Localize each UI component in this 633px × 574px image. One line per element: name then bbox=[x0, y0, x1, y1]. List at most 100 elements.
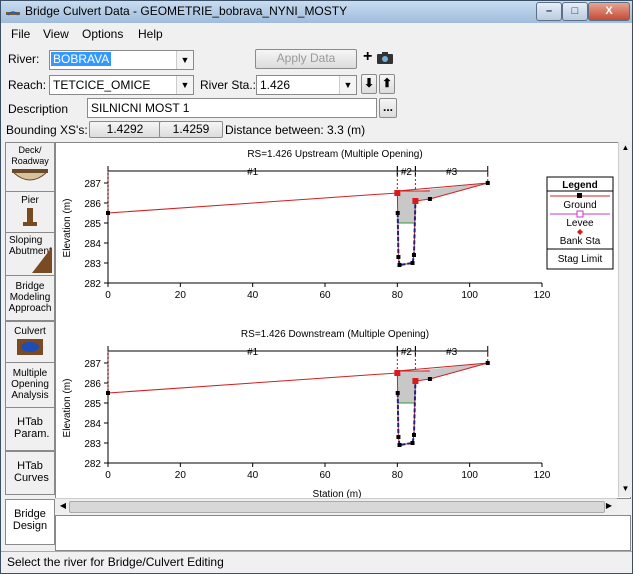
y-tick-label: 286 bbox=[84, 379, 101, 390]
description-label: Description bbox=[8, 102, 69, 116]
x-tick-label: 80 bbox=[392, 290, 404, 301]
deck-roadway-icon bbox=[12, 169, 48, 181]
camera-icon[interactable] bbox=[376, 51, 394, 65]
pier-icon bbox=[23, 208, 37, 226]
river-sta-value: 1.426 bbox=[260, 78, 291, 92]
x-tick-label: 120 bbox=[534, 470, 551, 481]
river-select[interactable]: BOBRAVA ▼ bbox=[49, 50, 194, 70]
menu-options[interactable]: Options bbox=[82, 27, 123, 41]
info-panel bbox=[55, 515, 631, 551]
title-bar[interactable]: Bridge Culvert Data - GEOMETRIE_bobrava_… bbox=[1, 1, 632, 23]
deck-roadway-button[interactable]: Deck/ Roadway bbox=[5, 142, 55, 192]
ground-point bbox=[397, 443, 402, 447]
x-tick-label: 120 bbox=[534, 290, 551, 301]
minimize-button[interactable]: – bbox=[536, 2, 562, 21]
y-tick-label: 283 bbox=[84, 439, 101, 450]
apply-data-button[interactable]: Apply Data bbox=[255, 49, 357, 69]
ground-point bbox=[397, 263, 402, 267]
chevron-down-icon[interactable]: ▼ bbox=[339, 76, 356, 94]
y-tick-label: 286 bbox=[84, 199, 101, 210]
x-tick-label: 60 bbox=[319, 470, 331, 481]
x-tick-label: 60 bbox=[319, 290, 331, 301]
reach-value: TETCICE_OMICE bbox=[53, 78, 151, 92]
bridge-modeling-approach-button[interactable]: Bridge Modeling Approach bbox=[5, 275, 55, 321]
status-bar: Select the river for Bridge/Culvert Edit… bbox=[1, 551, 632, 573]
close-button[interactable]: X bbox=[588, 2, 630, 21]
chart-title: RS=1.426 Upstream (Multiple Opening) bbox=[247, 149, 422, 160]
x-tick-label: 100 bbox=[461, 290, 478, 301]
bank-station-marker bbox=[394, 370, 401, 376]
ground-point bbox=[106, 211, 110, 215]
arrow-down-icon[interactable]: ⬇ bbox=[361, 74, 377, 94]
y-tick-label: 287 bbox=[84, 179, 101, 190]
htab-curves-button[interactable]: HTab Curves bbox=[5, 451, 55, 495]
menu-help[interactable]: Help bbox=[138, 27, 163, 41]
scroll-up-icon[interactable]: ▲ bbox=[620, 143, 631, 155]
multiple-opening-analysis-label: Multiple Opening Analysis bbox=[11, 368, 49, 401]
culvert-icon bbox=[17, 339, 43, 355]
x-tick-label: 20 bbox=[175, 290, 187, 301]
y-tick-label: 282 bbox=[84, 279, 101, 290]
vertical-scrollbar[interactable]: ▲ ▼ bbox=[618, 142, 632, 497]
culvert-button[interactable]: Culvert bbox=[5, 321, 55, 363]
description-more-button[interactable]: ... bbox=[379, 98, 397, 118]
ground-point bbox=[395, 391, 400, 395]
x-axis-label: Station (m) bbox=[313, 489, 362, 498]
opening-label: #1 bbox=[247, 167, 259, 178]
chevron-down-icon[interactable]: ▼ bbox=[176, 51, 193, 69]
multiple-opening-analysis-button[interactable]: Multiple Opening Analysis bbox=[5, 362, 55, 408]
legend-stag-limit: Stag Limit bbox=[558, 254, 603, 265]
river-sta-select[interactable]: 1.426 ▼ bbox=[256, 75, 357, 95]
river-label: River: bbox=[8, 52, 40, 66]
legend-title: Legend bbox=[562, 180, 598, 191]
horizontal-scrollbar[interactable]: ◀ ▶ bbox=[55, 498, 617, 513]
chevron-down-icon[interactable]: ▼ bbox=[176, 76, 193, 94]
reach-select[interactable]: TETCICE_OMICE ▼ bbox=[49, 75, 194, 95]
horizontal-scroll-thumb[interactable] bbox=[69, 501, 605, 513]
x-tick-label: 40 bbox=[247, 290, 259, 301]
legend-ground-marker bbox=[577, 193, 582, 198]
scroll-left-icon[interactable]: ◀ bbox=[57, 499, 69, 513]
bounding-upstream-button[interactable]: 1.4292 bbox=[89, 121, 161, 138]
distance-between-text: Distance between: 3.3 (m) bbox=[225, 123, 366, 137]
ground-point bbox=[396, 435, 401, 439]
arrow-up-icon[interactable]: ⬆ bbox=[379, 74, 395, 94]
opening-label: #1 bbox=[247, 347, 259, 358]
y-tick-label: 284 bbox=[84, 419, 101, 430]
menu-file[interactable]: File bbox=[11, 27, 30, 41]
menu-bar: File View Options Help bbox=[1, 25, 632, 45]
sloping-abutment-button[interactable]: Sloping Abutment bbox=[5, 232, 55, 276]
y-tick-label: 287 bbox=[84, 359, 101, 370]
ground-point bbox=[411, 433, 416, 437]
legend-bank-sta: Bank Sta bbox=[560, 236, 601, 247]
legend-ground: Ground bbox=[563, 200, 596, 211]
plus-icon[interactable]: + bbox=[363, 48, 372, 66]
opening-label: #2 bbox=[401, 347, 413, 358]
bridge-design-button[interactable]: Bridge Design bbox=[5, 499, 55, 545]
bounding-downstream-button[interactable]: 1.4259 bbox=[159, 121, 223, 138]
river-value: BOBRAVA bbox=[51, 52, 112, 66]
bounding-xs-label: Bounding XS's: bbox=[6, 123, 88, 137]
ground-point bbox=[410, 261, 415, 265]
description-input[interactable]: SILNICNI MOST 1 bbox=[87, 98, 377, 118]
y-tick-label: 283 bbox=[84, 259, 101, 270]
bridge-design-label: Bridge Design bbox=[12, 508, 48, 532]
htab-param-label: HTab Param. bbox=[14, 416, 50, 440]
scroll-right-icon[interactable]: ▶ bbox=[603, 499, 615, 513]
ground-point bbox=[395, 211, 400, 215]
opening-label: #3 bbox=[446, 347, 458, 358]
maximize-button[interactable]: □ bbox=[562, 2, 588, 21]
y-tick-label: 285 bbox=[84, 399, 101, 410]
bridge-culvert-window: Bridge Culvert Data - GEOMETRIE_bobrava_… bbox=[0, 0, 633, 574]
y-tick-label: 284 bbox=[84, 239, 101, 250]
description-value: SILNICNI MOST 1 bbox=[91, 101, 190, 115]
menu-view[interactable]: View bbox=[43, 27, 69, 41]
htab-param-button[interactable]: HTab Param. bbox=[5, 407, 55, 451]
x-tick-label: 40 bbox=[247, 470, 259, 481]
ground-point bbox=[427, 377, 432, 381]
opening-label: #3 bbox=[446, 167, 458, 178]
x-tick-label: 20 bbox=[175, 470, 187, 481]
pier-button[interactable]: Pier bbox=[5, 191, 55, 233]
legend-levee: Levee bbox=[566, 218, 594, 229]
scroll-down-icon[interactable]: ▼ bbox=[620, 484, 631, 496]
